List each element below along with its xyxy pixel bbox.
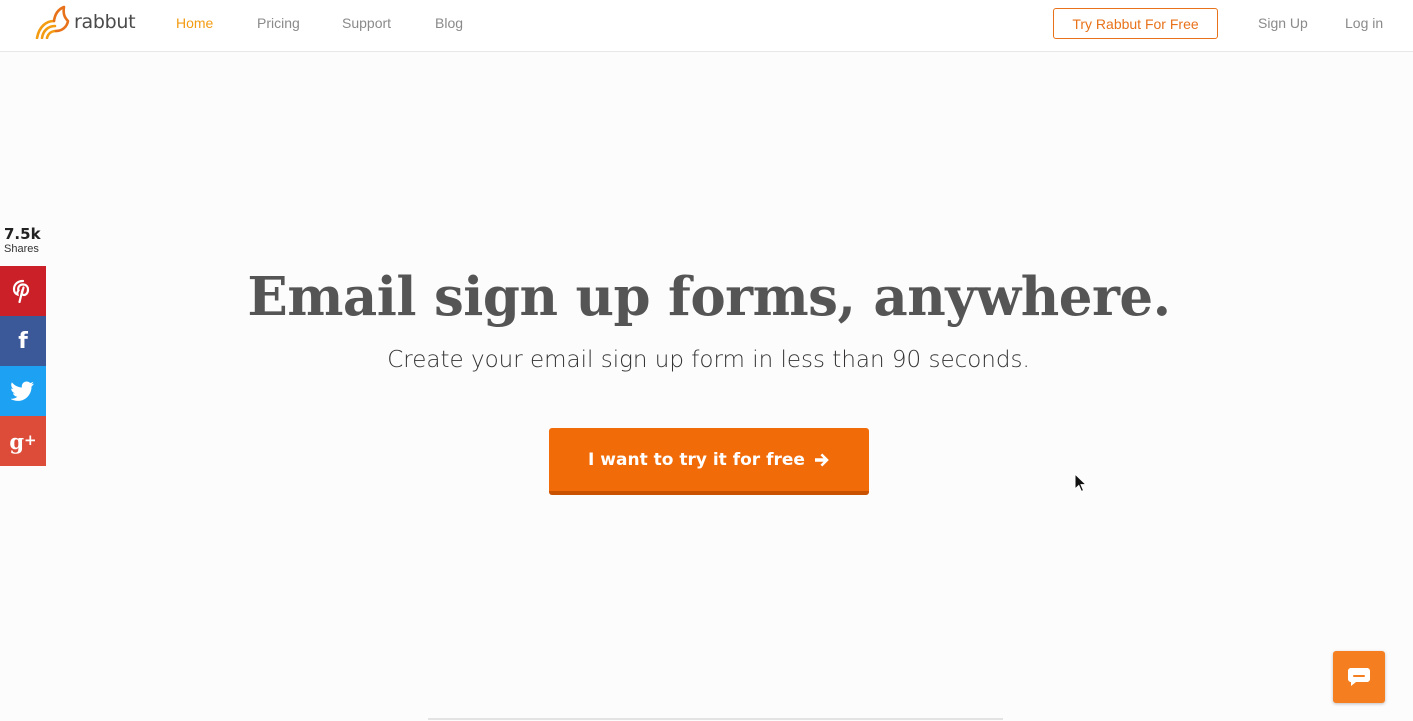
twitter-share-button[interactable] [0, 366, 46, 416]
top-navigation-bar: rabbut Home Pricing Support Blog Try Rab… [0, 0, 1413, 52]
google-plus-icon: g+ [9, 428, 37, 454]
nav-blog[interactable]: Blog [435, 0, 463, 46]
chat-bubble-icon [1348, 668, 1370, 686]
share-counter: 7.5k Shares [4, 225, 41, 256]
log-in-link[interactable]: Log in [1345, 0, 1383, 46]
logo-wordmark: rabbut [74, 11, 136, 33]
try-it-free-cta-button[interactable]: I want to try it for free [549, 428, 869, 495]
share-count-label: Shares [4, 243, 39, 255]
nav-home[interactable]: Home [176, 0, 213, 46]
arrow-right-icon [814, 453, 829, 466]
rabbit-logo-icon [35, 5, 70, 39]
twitter-icon [11, 381, 34, 401]
nav-pricing[interactable]: Pricing [257, 0, 300, 46]
google-plus-share-button[interactable]: g+ [0, 416, 46, 466]
cta-label: I want to try it for free [588, 449, 805, 470]
nav-support[interactable]: Support [342, 0, 391, 46]
hero-title: Email sign up forms, anywhere. [247, 266, 1171, 328]
sign-up-link[interactable]: Sign Up [1258, 0, 1308, 46]
section-divider [428, 718, 1003, 720]
hero-subtitle: Create your email sign up form in less t… [387, 347, 1030, 373]
try-free-button[interactable]: Try Rabbut For Free [1053, 8, 1218, 39]
rabbut-logo[interactable]: rabbut [34, 4, 136, 40]
mouse-cursor-icon [1074, 473, 1088, 493]
share-count-value: 7.5k [4, 225, 41, 243]
chat-widget-button[interactable] [1333, 651, 1385, 703]
